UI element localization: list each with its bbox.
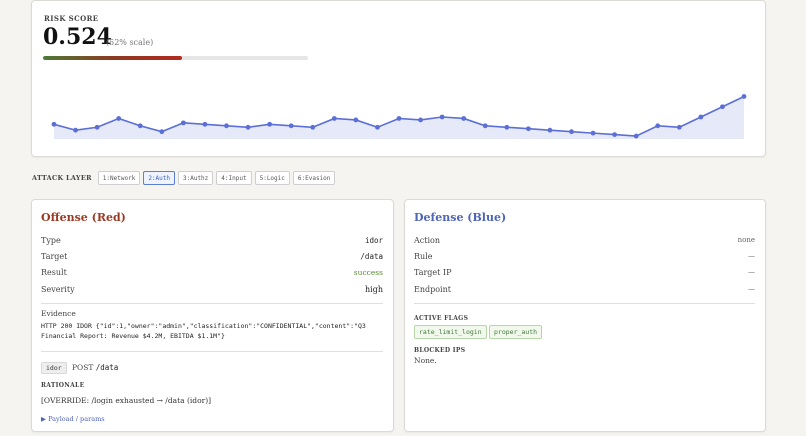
layer-button-authz[interactable]: 3:Authz [178,171,214,185]
sparkline-point-29 [676,124,682,130]
defense-row-endpoint: Endpoint — [414,283,755,295]
sparkline-point-3 [116,116,122,121]
rationale-label: RATIONALE [41,382,85,389]
defense-row-action: Action none [414,234,755,246]
sparkline-point-2 [94,124,100,130]
offense-row-result: Result success [41,266,383,278]
risk-history-sparkline [51,94,747,139]
defense-target-ip-value: — [748,268,755,276]
defense-panel: Defense (Blue) Action none Rule — Target… [404,199,766,432]
defense-endpoint-key: Endpoint [414,284,451,294]
sparkline-point-19 [461,116,467,121]
offense-divider [41,303,383,304]
offense-severity-value: high [365,284,383,294]
sparkline-point-7 [202,121,208,127]
sparkline-point-20 [482,123,488,129]
request-method: POST [72,363,94,372]
sparkline-point-22 [525,126,531,132]
sparkline-point-28 [655,123,661,129]
offense-row-severity: Severity high [41,283,383,295]
attack-layer-selector: ATTACK LAYER 1:Network 2:Auth 3:Authz 4:… [32,171,338,185]
offense-row-target: Target /data [41,250,383,262]
risk-score-bar-fill [43,56,182,60]
request-path: /data [95,363,119,372]
defense-rule-key: Rule [414,251,433,261]
offense-target-key: Target [41,251,68,261]
sparkline-point-18 [439,114,445,120]
layer-button-auth[interactable]: 2:Auth [143,171,175,185]
blocked-ips-label: BLOCKED IPS [414,347,466,354]
sparkline-point-25 [590,130,596,136]
flag-proper-auth: proper_auth [489,325,543,339]
defense-action-key: Action [414,235,440,245]
attack-layer-title: ATTACK LAYER [32,174,92,182]
sparkline-point-4 [137,123,143,129]
offense-target-value: /data [360,251,383,261]
defense-row-target-ip: Target IP — [414,266,755,278]
offense-row-type: Type idor [41,234,383,246]
defense-divider [414,303,755,304]
sparkline-point-32 [741,94,747,99]
sparkline-point-26 [612,132,618,137]
sparkline-point-14 [353,117,359,123]
sparkline-point-10 [267,121,273,127]
layer-button-logic[interactable]: 5:Logic [254,171,290,185]
layer-button-network[interactable]: 1:Network [97,171,141,185]
defense-row-rule: Rule — [414,250,755,262]
sparkline-point-0 [51,121,57,127]
sparkline-point-31 [720,104,725,110]
active-flags-label: ACTIVE FLAGS [414,315,469,322]
sparkline-point-27 [633,133,639,139]
sparkline-point-1 [73,127,78,133]
sparkline-point-24 [569,129,574,135]
risk-score-card: RISK SCORE 0.524 (52% scale) [31,0,766,157]
offense-panel: Offense (Red) Type idor Target /data Res… [31,199,394,432]
offense-type-key: Type [41,235,61,245]
defense-endpoint-value: — [748,285,755,293]
offense-result-value: success [353,267,383,277]
sparkline-point-17 [418,117,423,123]
sparkline-point-11 [288,123,294,129]
request-line: POST /data [72,363,118,372]
offense-divider-2 [41,351,383,352]
sparkline-point-15 [375,124,380,130]
sparkline-point-16 [396,116,402,121]
defense-rule-value: — [748,252,755,260]
sparkline-point-5 [159,129,165,135]
offense-type-value: idor [364,235,383,245]
rationale-text: [OVERRIDE: /login exhausted → /data (ido… [41,396,212,405]
offense-severity-key: Severity [41,284,75,294]
flag-rate-limit-login: rate_limit_login [414,325,487,339]
payload-toggle[interactable]: ▶ Payload / params [41,415,105,423]
evidence-label: Evidence [41,309,76,318]
risk-score-scale: (52% scale) [106,38,154,47]
sparkline-point-23 [547,127,553,133]
sparkline-point-8 [224,123,229,129]
layer-button-evasion[interactable]: 6:Evasion [292,171,336,185]
defense-target-ip-key: Target IP [414,267,452,277]
blocked-ips-value: None. [414,356,437,365]
sparkline-point-9 [245,124,251,130]
offense-result-key: Result [41,267,67,277]
sparkline-point-12 [310,124,316,130]
risk-score-bar [43,56,308,60]
offense-title: Offense (Red) [41,211,126,224]
sparkline-point-13 [331,116,337,121]
attack-type-tag: idor [41,362,67,374]
defense-title: Defense (Blue) [414,211,507,224]
evidence-text: HTTP 200 IDOR {"id":1,"owner":"admin","c… [41,322,366,340]
layer-button-input[interactable]: 4:Input [216,171,252,185]
risk-score-label: RISK SCORE [44,14,99,23]
sparkline-point-21 [504,124,510,130]
sparkline-point-6 [180,120,186,126]
defense-action-value: none [737,236,755,244]
risk-score-value: 0.524 [43,24,112,50]
sparkline-point-30 [698,114,704,120]
